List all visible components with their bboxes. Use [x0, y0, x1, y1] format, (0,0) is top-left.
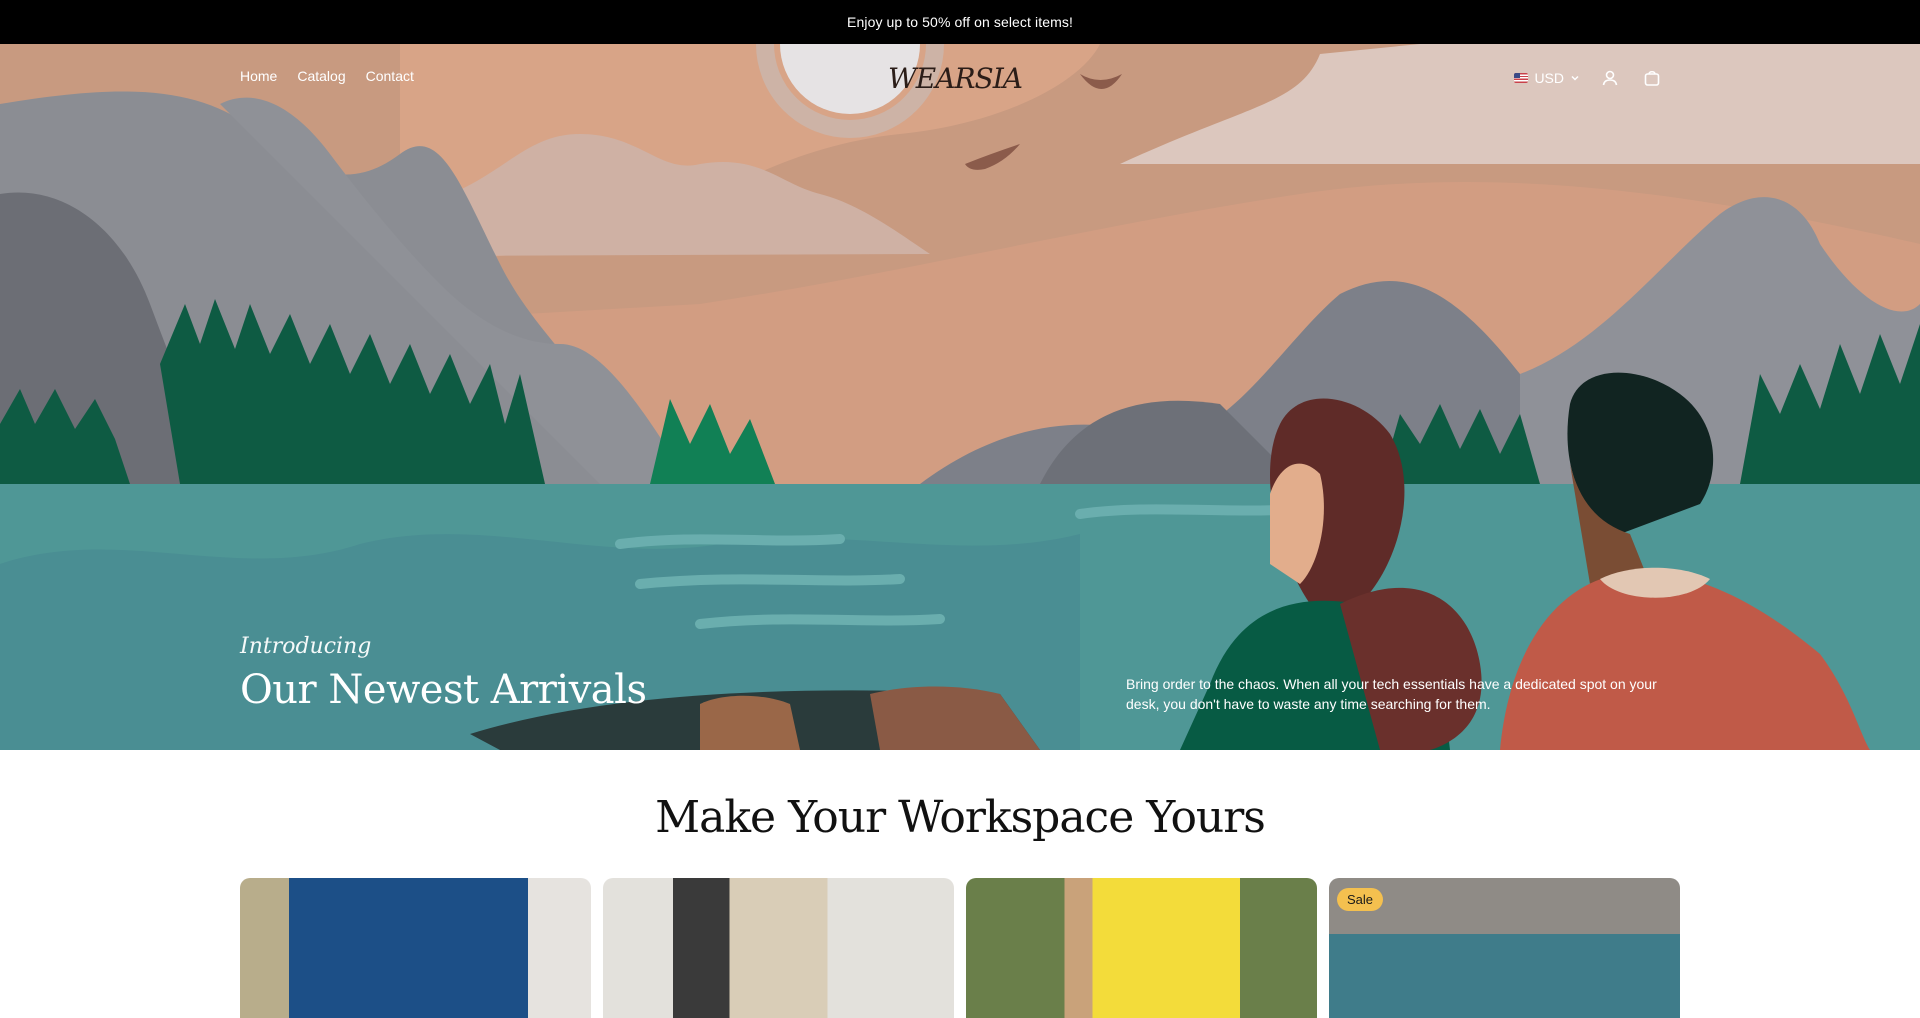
nav-link-catalog[interactable]: Catalog: [297, 68, 345, 84]
announcement-text: Enjoy up to 50% off on select items!: [847, 14, 1073, 30]
nav-utilities: USD: [1514, 66, 1664, 90]
us-flag-icon: [1514, 73, 1529, 83]
hero-banner: Home Catalog Contact WEARSIA USD Introdu…: [0, 44, 1920, 750]
section-title: Make Your Workspace Yours: [655, 792, 1266, 843]
cart-icon[interactable]: [1640, 66, 1664, 90]
hero-kicker: Introducing: [240, 634, 372, 659]
nav-link-contact[interactable]: Contact: [366, 68, 414, 84]
hero-title: Our Newest Arrivals: [240, 667, 647, 713]
nav-link-home[interactable]: Home: [240, 68, 277, 84]
hero-heading-group: Introducing Our Newest Arrivals: [240, 634, 647, 713]
account-icon[interactable]: [1598, 66, 1622, 90]
product-card[interactable]: [966, 878, 1317, 1018]
product-card[interactable]: [603, 878, 954, 1018]
currency-selector[interactable]: USD: [1514, 70, 1580, 86]
brand-logo[interactable]: WEARSIA: [888, 60, 1030, 96]
chevron-down-icon: [1570, 70, 1580, 86]
product-card[interactable]: Sale: [1329, 878, 1680, 1018]
sale-badge: Sale: [1337, 888, 1384, 911]
product-grid: Sale: [240, 878, 1680, 1018]
currency-label: USD: [1534, 70, 1564, 86]
svg-text:WEARSIA: WEARSIA: [888, 62, 1022, 95]
announcement-bar: Enjoy up to 50% off on select items!: [0, 0, 1920, 44]
nav-links: Home Catalog Contact: [240, 68, 414, 84]
product-card[interactable]: [240, 878, 591, 1018]
hero-description: Bring order to the chaos. When all your …: [1126, 676, 1657, 712]
main-navigation: Home Catalog Contact WEARSIA USD: [0, 44, 1920, 110]
